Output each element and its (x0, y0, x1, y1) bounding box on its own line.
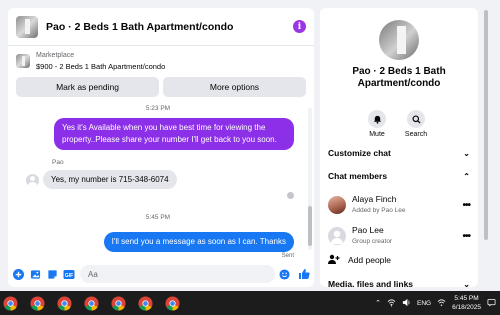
add-people-label: Add people (348, 255, 392, 265)
chrome-icon[interactable] (0, 293, 20, 313)
clock-time: 5:45 PM (454, 295, 479, 302)
member-name: Alaya Finch (352, 194, 397, 204)
chat-members-section[interactable]: Chat members ⌃ (328, 171, 470, 181)
language-indicator[interactable]: ENG (417, 300, 431, 307)
mark-as-pending-button[interactable]: Mark as pending (16, 77, 159, 97)
sticker-icon[interactable] (46, 268, 58, 280)
chrome-icon[interactable] (162, 293, 182, 313)
more-options-icon[interactable]: ••• (462, 200, 470, 211)
mute-label: Mute (369, 131, 385, 138)
add-people-button[interactable]: Add people (328, 254, 391, 266)
clock[interactable]: 5:45 PM 6/18/2025 (452, 294, 481, 312)
message-scrollbar[interactable] (308, 108, 312, 250)
gif-icon[interactable]: GIF (63, 268, 75, 280)
notification-icon[interactable] (487, 298, 496, 309)
page-scrollbar-thumb[interactable] (484, 10, 488, 240)
media-files-links-label: Media, files and links (328, 279, 414, 287)
chrome-icon[interactable] (135, 293, 155, 313)
media-files-links-section[interactable]: Media, files and links ⌄ (328, 279, 470, 287)
chevron-down-icon: ⌄ (463, 279, 470, 288)
chat-members-label: Chat members (328, 171, 388, 181)
sender-name: Pao (52, 159, 64, 166)
chat-panel: Pao · 2 Beds 1 Bath Apartment/condo i Ma… (8, 8, 314, 287)
image-icon[interactable] (29, 268, 41, 280)
member-role: Added by Pao Lee (352, 207, 406, 214)
chrome-icon[interactable] (54, 293, 74, 313)
search-label: Search (404, 131, 428, 138)
svg-text:GIF: GIF (65, 272, 73, 278)
customize-chat-section[interactable]: Customize chat ⌄ (328, 148, 470, 158)
member-role: Group creator (352, 238, 393, 245)
sender-avatar[interactable] (26, 174, 39, 187)
customize-chat-label: Customize chat (328, 148, 391, 158)
chevron-up-icon: ⌃ (463, 171, 470, 181)
info-icon[interactable]: i (293, 20, 306, 33)
outgoing-message[interactable]: Yes it's Available when you have best ti… (54, 118, 294, 150)
bell-icon (368, 110, 386, 128)
thumbs-up-icon[interactable] (298, 268, 310, 280)
speaker-icon[interactable] (402, 298, 411, 309)
member-row[interactable]: Pao Lee Group creator ••• (328, 225, 471, 247)
chrome-icon[interactable] (108, 293, 128, 313)
avatar[interactable] (328, 227, 346, 245)
search-button[interactable]: Search (396, 110, 436, 138)
network-icon[interactable] (387, 298, 396, 309)
message-list: 5:23 PM Yes it's Available when you have… (8, 102, 308, 262)
chrome-icon[interactable] (81, 293, 101, 313)
scrollbar-thumb[interactable] (308, 206, 312, 246)
listing-small-thumbnail[interactable] (16, 54, 30, 68)
taskbar: ⌃ ENG 5:45 PM 6/18/2025 (0, 291, 500, 315)
listing-summary[interactable]: $900 - 2 Beds 1 Bath Apartment/condo (36, 61, 165, 72)
outgoing-message[interactable]: I'll send you a message as soon as I can… (103, 232, 294, 252)
listing-card: Marketplace $900 - 2 Beds 1 Bath Apartme… (8, 46, 314, 97)
chevron-up-icon[interactable]: ⌃ (375, 299, 381, 307)
chat-details-panel: Pao · 2 Beds 1 Bath Apartment/condo Mute… (320, 8, 478, 287)
timestamp: 5:23 PM (145, 105, 171, 112)
system-tray: ⌃ ENG 5:45 PM 6/18/2025 (375, 291, 496, 315)
emoji-icon[interactable] (278, 268, 290, 280)
listing-category: Marketplace (36, 52, 75, 59)
seen-indicator (287, 192, 294, 199)
page-scrollbar-track[interactable] (482, 8, 490, 287)
clock-date: 6/18/2025 (452, 304, 481, 311)
message-input[interactable] (80, 265, 275, 283)
composer: GIF (8, 261, 314, 287)
chrome-icon[interactable] (27, 293, 47, 313)
wifi-icon[interactable] (437, 298, 446, 309)
chat-title[interactable]: Pao · 2 Beds 1 Bath Apartment/condo (46, 21, 293, 33)
listing-thumbnail[interactable] (16, 15, 38, 38)
chat-photo[interactable] (379, 20, 419, 60)
chat-header: Pao · 2 Beds 1 Bath Apartment/condo i (8, 8, 314, 46)
sent-status: Sent (281, 253, 294, 259)
timestamp: 5:45 PM (145, 214, 171, 221)
member-row[interactable]: Alaya Finch Added by Pao Lee ••• (328, 194, 471, 216)
more-options-icon[interactable]: ••• (462, 231, 470, 242)
mute-button[interactable]: Mute (357, 110, 397, 138)
details-title: Pao · 2 Beds 1 Bath Apartment/condo (352, 66, 446, 89)
incoming-message[interactable]: Yes, my number is 715-348-6074 (43, 170, 177, 189)
search-icon (407, 110, 425, 128)
avatar[interactable] (328, 196, 346, 214)
more-options-button[interactable]: More options (163, 77, 306, 97)
member-name: Pao Lee (352, 225, 384, 235)
add-person-icon (328, 254, 340, 266)
plus-icon[interactable] (12, 268, 24, 280)
chevron-down-icon: ⌄ (463, 148, 470, 158)
